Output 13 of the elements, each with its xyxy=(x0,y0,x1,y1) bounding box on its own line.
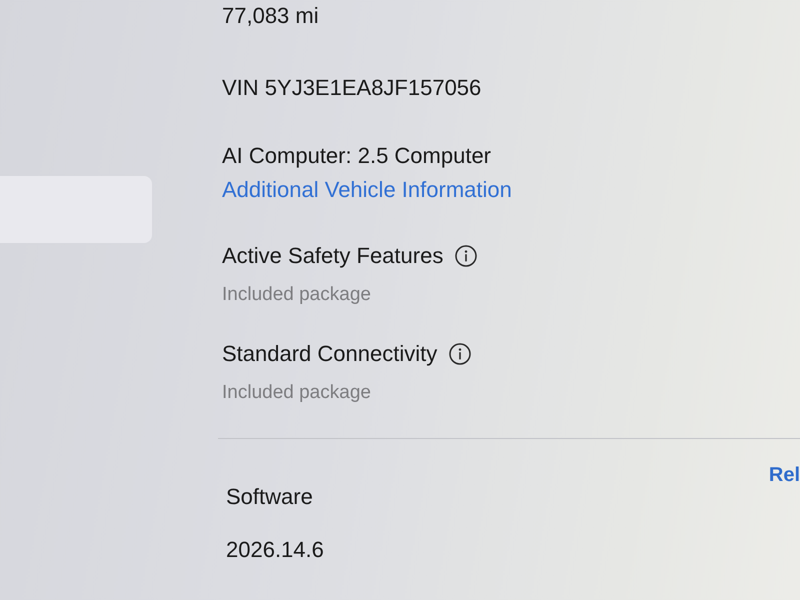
release-notes-link[interactable]: Rel xyxy=(768,461,800,489)
feature-title: Active Safety Features xyxy=(222,242,444,270)
vehicle-info-link[interactable]: Additional Vehicle Information xyxy=(222,176,512,204)
vin-number: VIN 5YJ3E1EA8JF157056 xyxy=(222,74,482,102)
ai-computer-text: AI Computer: 2.5 Computer xyxy=(222,142,492,170)
info-icon[interactable] xyxy=(455,245,478,267)
software-label: Software xyxy=(226,483,313,511)
info-icon[interactable] xyxy=(449,343,472,365)
odometer-reading: 77,083 mi xyxy=(222,2,319,30)
feature-title: Standard Connectivity xyxy=(222,340,438,368)
software-version: 2026.14.6 xyxy=(226,536,324,564)
feature-note: Included package xyxy=(222,283,372,307)
feature-note: Included package xyxy=(222,381,372,405)
